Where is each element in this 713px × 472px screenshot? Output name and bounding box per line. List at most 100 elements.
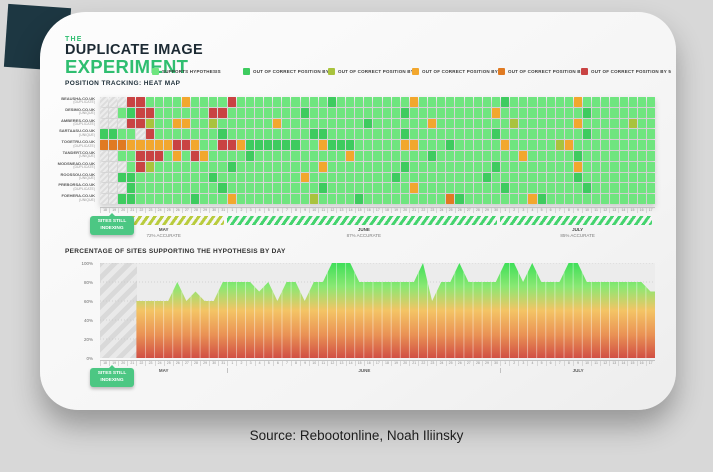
heatmap-cell <box>510 173 518 183</box>
heatmap-cell <box>501 129 509 139</box>
axis-tick-label: 29 <box>482 208 491 213</box>
heatmap-cell <box>556 119 564 129</box>
heatmap-cell <box>383 151 391 161</box>
heatmap-cell <box>419 151 427 161</box>
axis-tick-label: 29 <box>200 361 209 366</box>
heatmap-cell <box>328 183 336 193</box>
heatmap-cell <box>401 119 409 129</box>
heatmap-cell <box>246 162 254 172</box>
heatmap-cell <box>437 183 445 193</box>
heatmap-cell <box>592 108 600 118</box>
heatmap-cell <box>100 173 108 183</box>
axis-tick-label: 5 <box>537 208 546 213</box>
heatmap-cell <box>291 173 299 183</box>
heatmap-cell <box>109 183 117 193</box>
heatmap-cell <box>601 173 609 183</box>
axis-tick-label: 10 <box>582 361 591 366</box>
heatmap-cell <box>364 108 372 118</box>
heatmap-month-bands <box>100 216 655 225</box>
heatmap-cell <box>255 140 263 150</box>
axis-tick-label: 30 <box>209 208 218 213</box>
heatmap-cell <box>291 194 299 204</box>
heatmap-cell <box>629 183 637 193</box>
heatmap-cell <box>282 119 290 129</box>
heatmap-cell <box>446 183 454 193</box>
heatmap-cell <box>392 97 400 107</box>
heatmap-cell <box>273 151 281 161</box>
heatmap-cell <box>155 194 163 204</box>
heatmap-cell <box>182 162 190 172</box>
heatmap-cell <box>228 162 236 172</box>
heatmap-cell <box>465 183 473 193</box>
heatmap-cell <box>237 97 245 107</box>
heatmap-cell <box>282 97 290 107</box>
heatmap-cell <box>410 173 418 183</box>
heatmap-cell <box>328 151 336 161</box>
heatmap-cell <box>437 129 445 139</box>
heatmap-cell <box>246 129 254 139</box>
heatmap-cell <box>209 119 217 129</box>
heatmap-cell <box>501 183 509 193</box>
heatmap-cell <box>629 119 637 129</box>
heatmap-cell <box>291 108 299 118</box>
heatmap-cell <box>209 173 217 183</box>
heatmap-cell <box>273 129 281 139</box>
heatmap-cell <box>647 97 655 107</box>
axis-tick-label: 22 <box>136 208 145 213</box>
heatmap-cell <box>118 183 126 193</box>
area-chart-y-axis: 100%80%60%40%20%0% <box>68 263 96 358</box>
heatmap-cell <box>355 129 363 139</box>
heatmap-cell <box>547 119 555 129</box>
heatmap-cell <box>483 194 491 204</box>
axis-tick-label: 1 <box>500 208 509 213</box>
axis-tick-label: 13 <box>336 361 345 366</box>
heatmap-cell <box>574 129 582 139</box>
heatmap-cell <box>319 151 327 161</box>
heatmap-cell <box>146 151 154 161</box>
axis-tick-label: 3 <box>246 361 255 366</box>
heatmap-cell <box>209 183 217 193</box>
legend-label: OUT OF CORRECT POSITION BY 1 <box>253 69 333 74</box>
heatmap-cell <box>574 173 582 183</box>
heatmap-cell <box>629 129 637 139</box>
heatmap-cell <box>237 162 245 172</box>
axis-tick-label: 21 <box>127 361 136 366</box>
heatmap-cell <box>319 194 327 204</box>
legend-swatch-icon <box>412 68 419 75</box>
heatmap-cell <box>428 140 436 150</box>
heatmap-cell <box>364 194 372 204</box>
legend-item: OUT OF CORRECT POSITION BY 4 <box>498 68 588 75</box>
heatmap-cell <box>401 162 409 172</box>
heatmap-cell <box>574 183 582 193</box>
heatmap-cell <box>337 140 345 150</box>
axis-tick-label: 25 <box>446 208 455 213</box>
axis-tick-label: 23 <box>145 208 154 213</box>
heatmap-cell <box>164 194 172 204</box>
heatmap-cell <box>310 119 318 129</box>
heatmap-cell <box>392 151 400 161</box>
month-accuracy-label: JULY85% ACCURATE <box>500 227 655 238</box>
heatmap-cell <box>118 97 126 107</box>
heatmap-cell <box>282 183 290 193</box>
heatmap-cell <box>528 162 536 172</box>
axis-tick-label: 25 <box>446 361 455 366</box>
heatmap-cell <box>565 129 573 139</box>
axis-tick-label: 25 <box>164 208 173 213</box>
heatmap-cell <box>319 173 327 183</box>
heatmap-cell <box>155 97 163 107</box>
heatmap-cell <box>392 119 400 129</box>
heatmap-cell <box>164 173 172 183</box>
axis-tick-label: 22 <box>136 361 145 366</box>
heatmap-cell <box>255 97 263 107</box>
heatmap-cell <box>610 162 618 172</box>
axis-tick-label: 30 <box>491 208 500 213</box>
heatmap-cell <box>182 97 190 107</box>
heatmap-cell <box>492 119 500 129</box>
heatmap-cell <box>574 162 582 172</box>
axis-tick-label: 7 <box>282 208 291 213</box>
axis-tick-label: 26 <box>455 208 464 213</box>
heatmap-cell <box>620 183 628 193</box>
axis-tick-label: 20 <box>118 208 127 213</box>
heatmap-cell <box>601 108 609 118</box>
heatmap-cell <box>492 183 500 193</box>
